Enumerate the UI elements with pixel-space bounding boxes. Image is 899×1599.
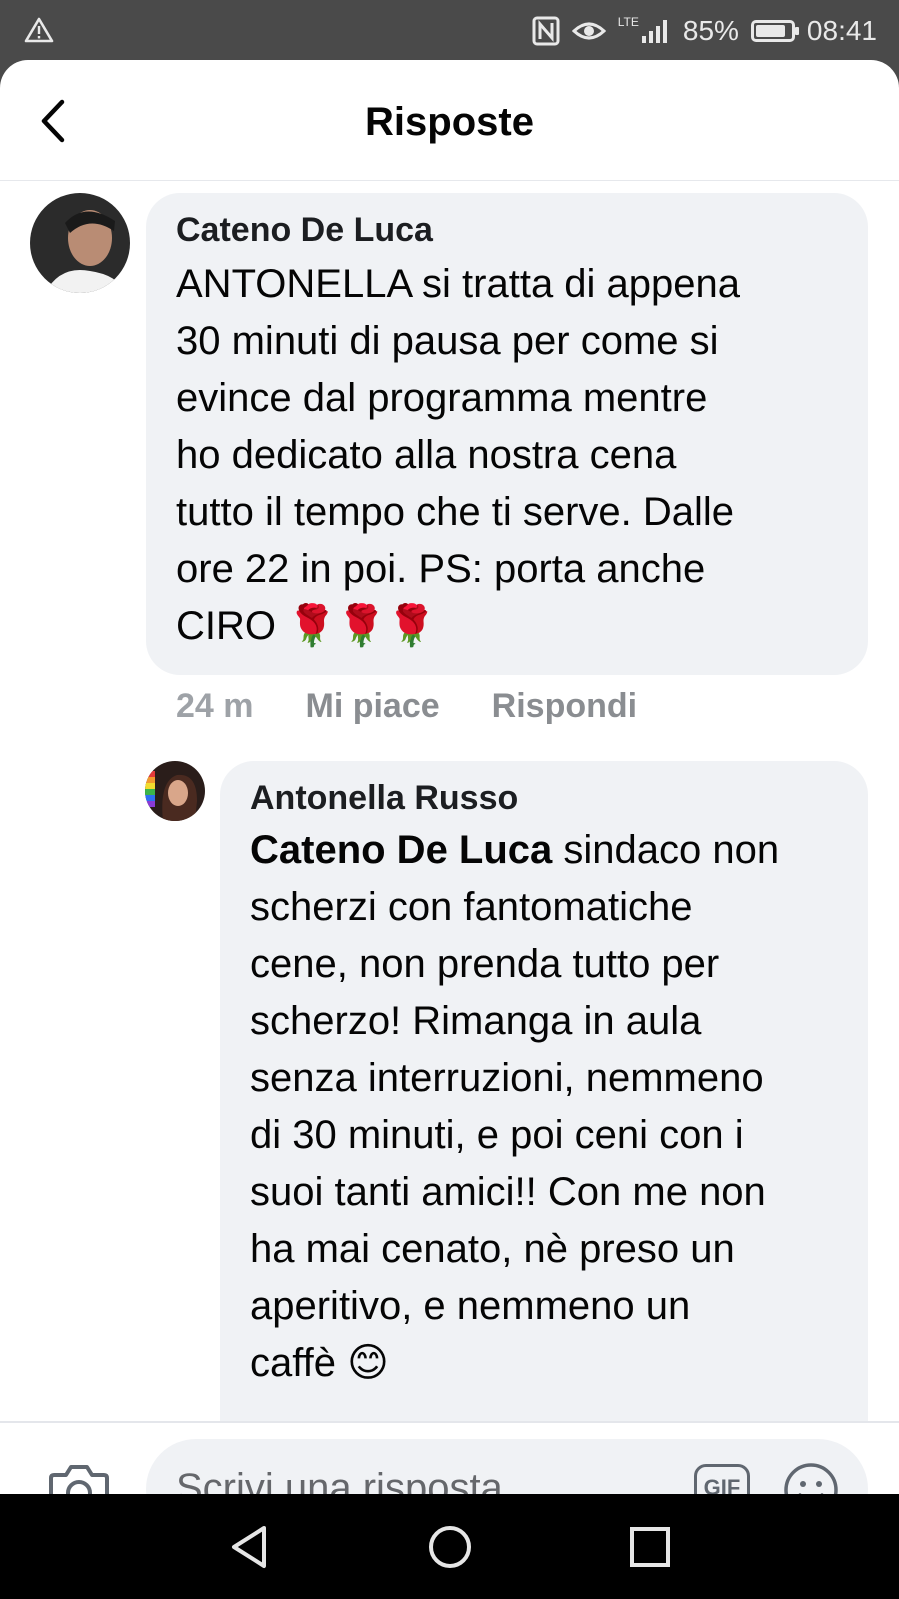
comments-list[interactable]: Cateno De Luca ANTONELLA si tratta di ap… [0, 181, 899, 1421]
reply-composer: Scrivi una risposta... GIF [0, 1421, 899, 1494]
signal-icon [641, 20, 667, 43]
comment-line: Cateno De Luca sindaco non [250, 822, 838, 879]
comment-line-rest: sindaco non [552, 828, 780, 872]
comment-line: ore 22 in poi. PS: porta anche [176, 547, 706, 591]
comment-meta: 24 m Mi piace Rispondi [176, 687, 637, 726]
comment-time: 24 m [176, 687, 254, 725]
header: Risposte [0, 60, 899, 181]
comment-line: suoi tanti amici!! Con me non [250, 1170, 766, 1214]
reply-input-placeholder: Scrivi una risposta... [176, 1466, 537, 1494]
comment-line: CIRO 🌹🌹🌹 [176, 604, 437, 648]
comment-line: ho dedicato alla nostra cena [176, 433, 677, 477]
comment-line: ANTONELLA si tratta di appena [176, 262, 741, 306]
battery-icon [750, 20, 799, 42]
comment-author[interactable]: Antonella Russo [250, 779, 838, 818]
reply-input[interactable]: Scrivi una risposta... GIF [146, 1439, 868, 1494]
comment-line: ha mai cenato, nè preso un [250, 1227, 735, 1271]
system-nav-bar [0, 1494, 899, 1599]
camera-icon[interactable] [48, 1461, 110, 1494]
battery-fill [755, 25, 785, 37]
square-recents-icon[interactable] [628, 1524, 672, 1570]
avatar-image [145, 761, 205, 821]
battery-percent: 85% [682, 15, 739, 46]
avatar[interactable] [145, 761, 205, 821]
page-title: Risposte [365, 100, 534, 144]
comment-line: di 30 minuti, e poi ceni con i [250, 1113, 744, 1157]
comment-text: Cateno De Luca sindaco non scherzi con f… [250, 822, 838, 1392]
avatar-image [30, 193, 130, 293]
triangle-back-icon[interactable] [228, 1524, 272, 1570]
comment-author[interactable]: Cateno De Luca [176, 211, 838, 250]
comment-line: aperitivo, e nemmeno un [250, 1284, 691, 1328]
mention-link[interactable]: Cateno De Luca [250, 828, 552, 872]
network-type: LTE [617, 15, 639, 29]
comment-line: tutto il tempo che ti serve. Dalle [176, 490, 735, 534]
gif-button[interactable]: GIF [694, 1464, 750, 1494]
status-bar: LTE 85% 08:41 [0, 0, 899, 62]
comment-line: scherzo! Rimanga in aula [250, 999, 702, 1043]
comment-bubble[interactable]: Cateno De Luca ANTONELLA si tratta di ap… [146, 193, 868, 675]
smiley-icon[interactable] [782, 1461, 840, 1494]
comment-text: ANTONELLA si tratta di appena 30 minuti … [176, 256, 838, 655]
like-button[interactable]: Mi piace [306, 687, 440, 726]
nfc-icon [532, 16, 560, 46]
comment-line: senza interruzioni, nemmeno [250, 1056, 764, 1100]
comment-bubble[interactable]: Antonella Russo Cateno De Luca sindaco n… [220, 761, 868, 1421]
circle-home-icon[interactable] [428, 1524, 472, 1570]
avatar[interactable] [30, 193, 130, 293]
eye-icon [571, 22, 606, 40]
replies-sheet: Risposte Cateno De Luca ANTONELLA si tra… [0, 60, 899, 1494]
comment-line: caffè 😊 [250, 1341, 389, 1385]
clock: 08:41 [806, 15, 877, 46]
comment-line: cene, non prenda tutto per [250, 942, 720, 986]
warning-icon [24, 17, 54, 43]
comment-line: scherzi con fantomatiche [250, 885, 693, 929]
reply-button[interactable]: Rispondi [492, 687, 637, 726]
comment-line: evince dal programma mentre [176, 376, 708, 420]
comment-line: 30 minuti di pausa per come si [176, 319, 719, 363]
